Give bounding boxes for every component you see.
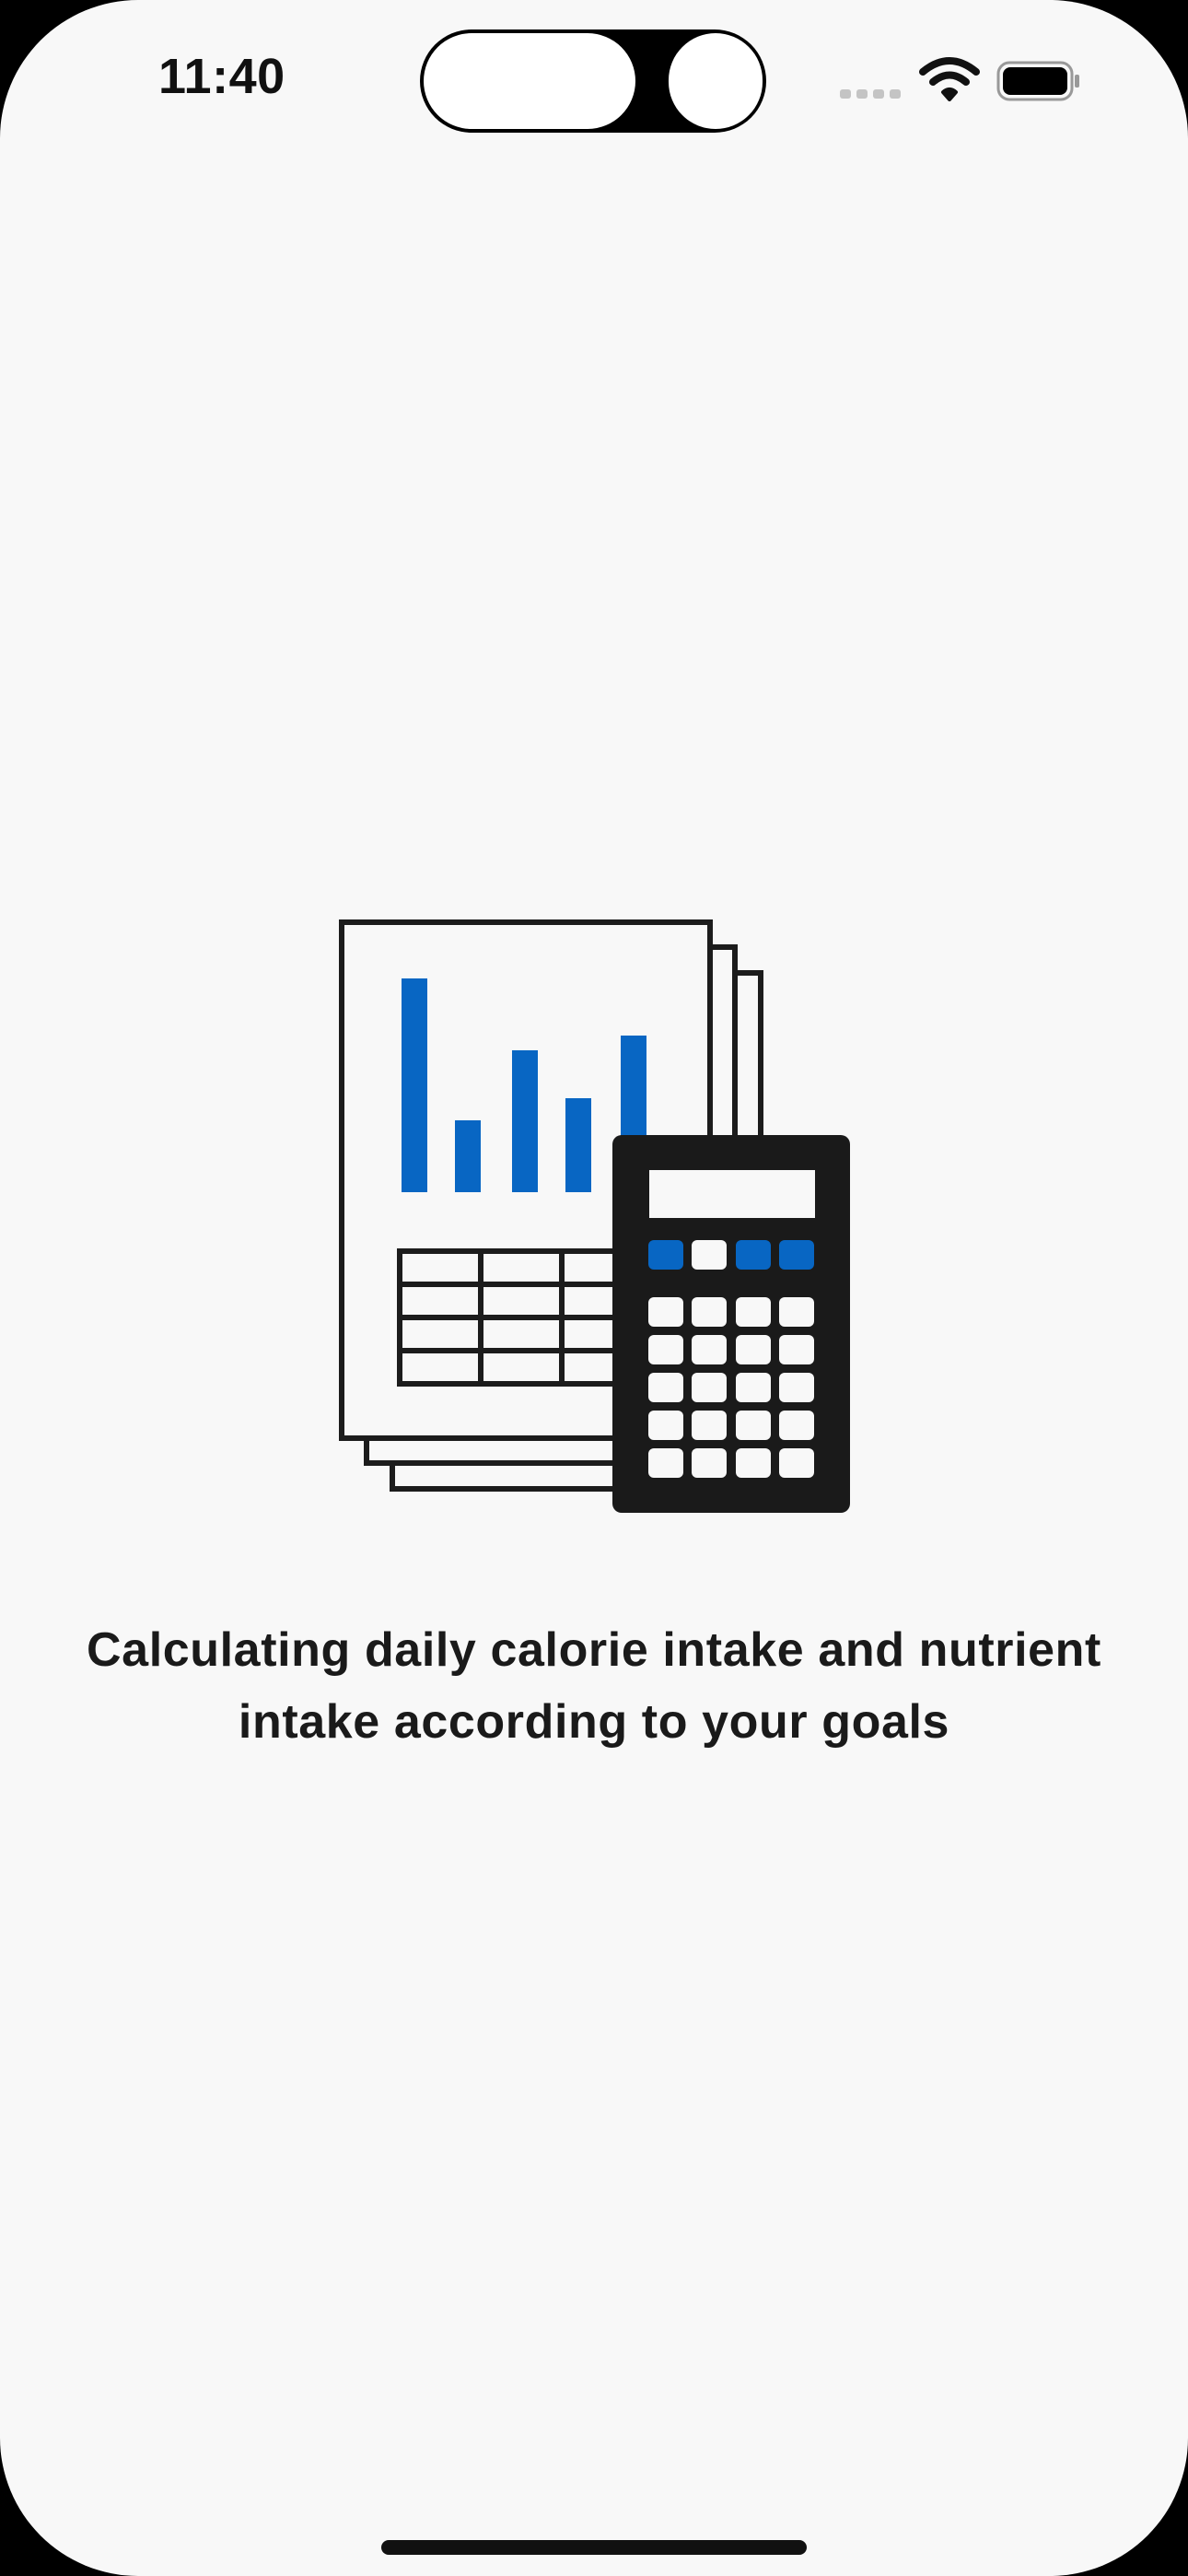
island-pill xyxy=(424,33,635,129)
home-indicator[interactable] xyxy=(381,2540,807,2555)
status-time: 11:40 xyxy=(158,49,285,104)
island-dot xyxy=(669,33,763,129)
report-and-calculator-icon xyxy=(339,919,850,1513)
loading-message: Calculating daily calorie intake and nut… xyxy=(87,1623,1101,1749)
cellular-signal-icon xyxy=(840,87,906,103)
battery-icon xyxy=(996,61,1079,101)
dynamic-island xyxy=(420,29,766,133)
wifi-icon xyxy=(919,57,980,101)
screen: 11:40 Calculating daily calorie intake a… xyxy=(0,0,1188,2576)
